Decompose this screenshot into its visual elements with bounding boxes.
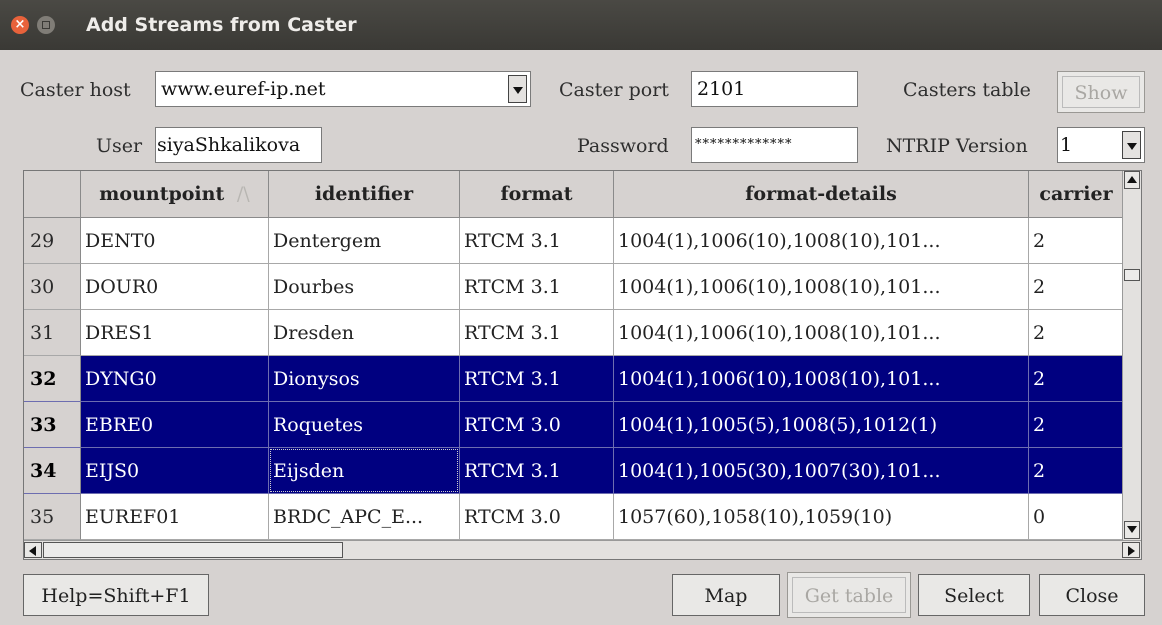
- cell-format-details[interactable]: 1004(1),1006(10),1008(10),101...: [614, 310, 1029, 356]
- close-button[interactable]: Close: [1039, 574, 1145, 616]
- cell-mountpoint[interactable]: DOUR0: [81, 264, 269, 310]
- table-row[interactable]: 34 EIJS0 Eijsden RTCM 3.1 1004(1),1005(30),1…: [24, 448, 1124, 494]
- cell-format[interactable]: RTCM 3.1: [460, 264, 614, 310]
- select-button[interactable]: Select: [918, 574, 1030, 616]
- ntrip-version-value: 1: [1060, 134, 1073, 156]
- table-row[interactable]: 35 EUREF01 BRDC_APC_E... RTCM 3.0 1057(60),1…: [24, 494, 1124, 540]
- cell-format[interactable]: RTCM 3.1: [460, 310, 614, 356]
- cell-format-details[interactable]: 1057(60),1058(10),1059(10): [614, 494, 1029, 540]
- horizontal-scroll-thumb[interactable]: [43, 542, 343, 558]
- cell-format[interactable]: RTCM 3.1: [460, 218, 614, 264]
- cell-identifier[interactable]: Dentergem: [269, 218, 460, 264]
- cell-mountpoint[interactable]: DENT0: [81, 218, 269, 264]
- caster-host-value: www.euref-ip.net: [161, 78, 326, 100]
- help-button[interactable]: Help=Shift+F1: [23, 574, 209, 616]
- table-row[interactable]: 30 DOUR0 Dourbes RTCM 3.1 1004(1),1006(10),1…: [24, 264, 1124, 310]
- table-row[interactable]: 32 DYNG0 Dionysos RTCM 3.1 1004(1),1006(10),…: [24, 356, 1124, 402]
- user-label: User: [96, 135, 143, 157]
- cell-format-details[interactable]: 1004(1),1005(5),1008(5),1012(1): [614, 402, 1029, 448]
- row-number[interactable]: 30: [24, 264, 81, 310]
- cell-mountpoint[interactable]: EUREF01: [81, 494, 269, 540]
- password-input[interactable]: *************: [691, 127, 858, 163]
- scroll-up-icon[interactable]: [1124, 171, 1140, 189]
- column-header-mountpoint[interactable]: mountpoint /\: [81, 171, 269, 218]
- caster-host-label: Caster host: [20, 79, 131, 101]
- title-bar: × Add Streams from Caster: [0, 0, 1162, 50]
- row-number[interactable]: 34: [24, 448, 81, 494]
- minimize-window-icon[interactable]: [37, 16, 55, 34]
- password-label: Password: [577, 135, 669, 157]
- column-header-format-details[interactable]: format-details: [614, 171, 1029, 218]
- caster-port-input[interactable]: 2101: [691, 71, 858, 107]
- window-title: Add Streams from Caster: [86, 14, 357, 36]
- chevron-down-icon[interactable]: [1122, 131, 1141, 159]
- vertical-scroll-thumb[interactable]: [1124, 269, 1140, 281]
- cell-carrier[interactable]: 2: [1029, 264, 1124, 310]
- column-header-carrier[interactable]: carrier: [1029, 171, 1124, 218]
- get-table-button[interactable]: Get table: [787, 572, 911, 618]
- cell-carrier[interactable]: 2: [1029, 218, 1124, 264]
- cell-mountpoint[interactable]: EIJS0: [81, 448, 269, 494]
- table-row[interactable]: 29 DENT0 Dentergem RTCM 3.1 1004(1),1006(10)…: [24, 218, 1124, 264]
- cell-identifier[interactable]: Dourbes: [269, 264, 460, 310]
- table-row[interactable]: 33 EBRE0 Roquetes RTCM 3.0 1004(1),1005(5),1…: [24, 402, 1124, 448]
- cell-identifier[interactable]: BRDC_APC_E...: [269, 494, 460, 540]
- cell-format[interactable]: RTCM 3.1: [460, 448, 614, 494]
- chevron-down-icon[interactable]: [508, 75, 527, 103]
- close-window-icon[interactable]: ×: [11, 16, 29, 34]
- cell-carrier[interactable]: 0: [1029, 494, 1124, 540]
- cell-carrier[interactable]: 2: [1029, 356, 1124, 402]
- ntrip-version-combobox[interactable]: 1: [1057, 127, 1145, 163]
- caster-host-combobox[interactable]: www.euref-ip.net: [155, 71, 531, 107]
- cell-format-details[interactable]: 1004(1),1005(30),1007(30),101...: [614, 448, 1029, 494]
- vertical-scrollbar[interactable]: [1122, 171, 1141, 541]
- scroll-left-icon[interactable]: [24, 542, 42, 558]
- add-streams-dialog: × Add Streams from Caster Caster host ww…: [0, 0, 1162, 625]
- cell-format[interactable]: RTCM 3.0: [460, 494, 614, 540]
- column-header-label: mountpoint: [99, 183, 225, 205]
- column-header-format[interactable]: format: [460, 171, 614, 218]
- show-button[interactable]: Show: [1057, 71, 1145, 113]
- scroll-right-icon[interactable]: [1122, 542, 1140, 558]
- column-header-identifier[interactable]: identifier: [269, 171, 460, 218]
- cell-format-details[interactable]: 1004(1),1006(10),1008(10),101...: [614, 356, 1029, 402]
- table-row[interactable]: 31 DRES1 Dresden RTCM 3.1 1004(1),1006(10),1…: [24, 310, 1124, 356]
- cell-carrier[interactable]: 2: [1029, 448, 1124, 494]
- ntrip-version-label: NTRIP Version: [886, 135, 1028, 157]
- row-number[interactable]: 35: [24, 494, 81, 540]
- cell-identifier[interactable]: Dionysos: [269, 356, 460, 402]
- show-button-label: Show: [1074, 82, 1128, 104]
- cell-mountpoint[interactable]: DRES1: [81, 310, 269, 356]
- streams-table[interactable]: mountpoint /\ identifier format format-d…: [23, 170, 1142, 560]
- caster-port-label: Caster port: [559, 79, 669, 101]
- cell-identifier[interactable]: Dresden: [269, 310, 460, 356]
- row-number[interactable]: 31: [24, 310, 81, 356]
- cell-identifier[interactable]: Roquetes: [269, 402, 460, 448]
- horizontal-scrollbar[interactable]: [24, 540, 1141, 559]
- cell-format[interactable]: RTCM 3.0: [460, 402, 614, 448]
- user-input[interactable]: siyaShkalikova: [155, 127, 322, 163]
- row-number[interactable]: 32: [24, 356, 81, 402]
- cell-identifier[interactable]: Eijsden: [269, 448, 460, 494]
- sort-ascending-icon: /\: [236, 183, 250, 205]
- cell-format-details[interactable]: 1004(1),1006(10),1008(10),101...: [614, 264, 1029, 310]
- get-table-label: Get table: [804, 585, 894, 607]
- casters-table-label: Casters table: [903, 79, 1031, 101]
- row-number[interactable]: 33: [24, 402, 81, 448]
- table-corner[interactable]: [24, 171, 81, 218]
- cell-carrier[interactable]: 2: [1029, 402, 1124, 448]
- map-button[interactable]: Map: [672, 574, 780, 616]
- scroll-down-icon[interactable]: [1124, 521, 1140, 539]
- cell-mountpoint[interactable]: EBRE0: [81, 402, 269, 448]
- cell-format-details[interactable]: 1004(1),1006(10),1008(10),101...: [614, 218, 1029, 264]
- cell-format[interactable]: RTCM 3.1: [460, 356, 614, 402]
- cell-carrier[interactable]: 2: [1029, 310, 1124, 356]
- row-number[interactable]: 29: [24, 218, 81, 264]
- cell-mountpoint[interactable]: DYNG0: [81, 356, 269, 402]
